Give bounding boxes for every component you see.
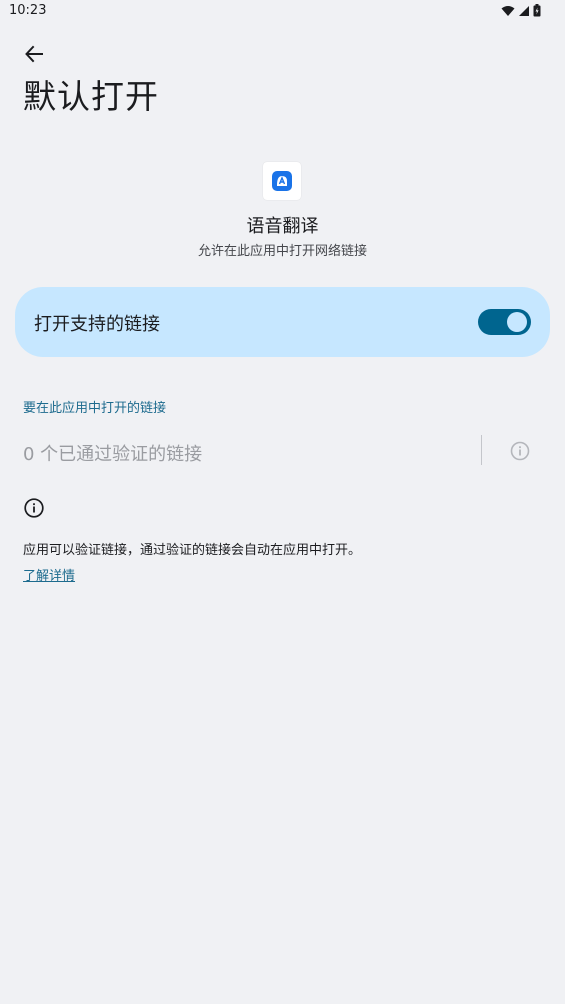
verified-links-row: 0 个已通过验证的链接 (0, 430, 565, 472)
wifi-icon (501, 5, 515, 16)
toggle-label: 打开支持的链接 (34, 314, 160, 335)
app-subtitle: 允许在此应用中打开网络链接 (197, 244, 367, 259)
app-icon (263, 162, 301, 200)
verified-links-label: 0 个已通过验证的链接 (23, 444, 203, 465)
open-supported-links-toggle-row[interactable]: 打开支持的链接 (15, 287, 550, 357)
info-description: 应用可以验证链接，通过验证的链接会自动在应用中打开。 (23, 543, 362, 558)
info-icon (24, 498, 44, 518)
cellular-signal-icon (519, 5, 529, 16)
info-icon[interactable] (509, 440, 531, 462)
arrow-left-icon (25, 45, 43, 63)
switch-thumb (507, 312, 527, 332)
row-divider (481, 435, 482, 465)
back-button[interactable] (20, 40, 48, 68)
status-time: 10:23 (9, 3, 47, 18)
status-bar: 10:23 (0, 0, 565, 24)
app-name: 语音翻译 (246, 216, 319, 237)
page-title: 默认打开 (23, 77, 159, 116)
links-section-header: 要在此应用中打开的链接 (23, 401, 167, 416)
status-icons (501, 4, 541, 17)
learn-more-link[interactable]: 了解详情 (23, 565, 75, 584)
open-links-switch[interactable] (478, 309, 531, 335)
battery-icon (533, 4, 541, 17)
translate-app-icon (272, 171, 292, 191)
